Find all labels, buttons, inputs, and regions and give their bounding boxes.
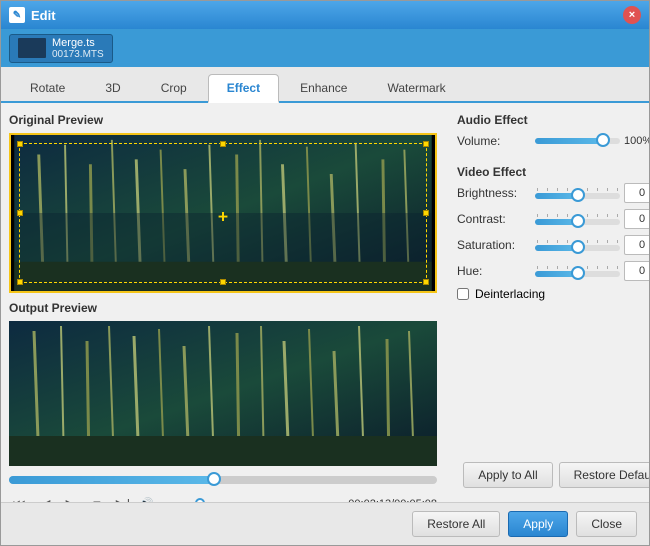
tab-rotate[interactable]: Rotate bbox=[11, 74, 84, 101]
volume-label: Volume: bbox=[457, 134, 527, 148]
resize-handle-mr[interactable] bbox=[423, 210, 429, 216]
resize-handle-br[interactable] bbox=[423, 279, 429, 285]
restore-defaults-button[interactable]: Restore Defaults bbox=[559, 462, 649, 488]
file-bar: Merge.ts 00173.MTS bbox=[1, 29, 649, 67]
content-area: Original Preview bbox=[1, 103, 649, 502]
play-button[interactable]: ▶ bbox=[61, 494, 81, 502]
bottom-buttons: Restore All Apply Close bbox=[1, 502, 649, 545]
skip-back-button[interactable]: ⏮ bbox=[9, 494, 29, 502]
saturation-slider-container: 0 ▲ ▼ bbox=[535, 235, 649, 255]
right-panel: Audio Effect Volume: 100% ▲ ▼ bbox=[445, 103, 649, 502]
contrast-slider-container: 0 ▲ ▼ bbox=[535, 209, 649, 229]
tab-bar: Rotate 3D Crop Effect Enhance Watermark bbox=[1, 67, 649, 103]
window-title: Edit bbox=[31, 8, 56, 23]
file-item[interactable]: Merge.ts 00173.MTS bbox=[9, 34, 113, 63]
spacer bbox=[457, 309, 649, 454]
brightness-label: Brightness: bbox=[457, 186, 527, 200]
contrast-value: 0 bbox=[624, 209, 649, 229]
contrast-slider-track[interactable] bbox=[535, 219, 620, 225]
close-window-button[interactable]: × bbox=[623, 6, 641, 24]
deinterlacing-label: Deinterlacing bbox=[475, 287, 545, 301]
resize-handle-ml[interactable] bbox=[17, 210, 23, 216]
output-preview-image bbox=[9, 321, 437, 466]
volume-thumb[interactable] bbox=[195, 498, 205, 502]
scrubber-fill bbox=[9, 476, 214, 484]
hue-slider-track[interactable] bbox=[535, 271, 620, 277]
apply-button[interactable]: Apply bbox=[508, 511, 568, 537]
contrast-row: Contrast: bbox=[457, 209, 649, 229]
brightness-value: 0 bbox=[624, 183, 649, 203]
volume-row: Volume: 100% ▲ ▼ bbox=[457, 131, 649, 151]
original-preview-label: Original Preview bbox=[9, 111, 437, 129]
saturation-slider-thumb[interactable] bbox=[571, 240, 585, 254]
crop-selection-box bbox=[19, 143, 427, 283]
output-preview-label: Output Preview bbox=[9, 299, 437, 317]
restore-all-button[interactable]: Restore All bbox=[412, 511, 500, 537]
title-bar-left: ✎ Edit bbox=[9, 7, 56, 23]
saturation-slider-track[interactable] bbox=[535, 245, 620, 251]
title-bar: ✎ Edit × bbox=[1, 1, 649, 29]
brightness-slider-container: 0 ▲ ▼ bbox=[535, 183, 649, 203]
hue-slider-thumb[interactable] bbox=[571, 266, 585, 280]
tab-enhance[interactable]: Enhance bbox=[281, 74, 366, 101]
resize-handle-bl[interactable] bbox=[17, 279, 23, 285]
contrast-slider-thumb[interactable] bbox=[571, 214, 585, 228]
brightness-slider-track[interactable] bbox=[535, 193, 620, 199]
original-preview-box: + bbox=[9, 133, 437, 293]
volume-slider-thumb[interactable] bbox=[596, 133, 610, 147]
secondary-buttons: Apply to All Restore Defaults bbox=[457, 462, 649, 488]
tab-effect[interactable]: Effect bbox=[208, 74, 279, 103]
deinterlacing-row: Deinterlacing bbox=[457, 287, 649, 301]
video-section-title: Video Effect bbox=[457, 165, 649, 179]
playback-controls: ⏮ ◀ ▶ ■ ▶| 🔊 00:02:13/00:05:08 bbox=[9, 492, 437, 502]
next-frame-button[interactable]: ▶| bbox=[113, 494, 133, 502]
audio-section-title: Audio Effect bbox=[457, 113, 649, 127]
brightness-slider-thumb[interactable] bbox=[571, 188, 585, 202]
output-preview-section: Output Preview bbox=[9, 299, 437, 466]
tab-3d[interactable]: 3D bbox=[86, 74, 139, 101]
saturation-value: 0 bbox=[624, 235, 649, 255]
resize-handle-tm[interactable] bbox=[220, 141, 226, 147]
hue-value: 0 bbox=[624, 261, 649, 281]
left-panel: Original Preview bbox=[1, 103, 445, 502]
video-effect-section: Video Effect Brightness: bbox=[457, 165, 649, 301]
output-preview-box bbox=[9, 321, 437, 466]
resize-handle-tl[interactable] bbox=[17, 141, 23, 147]
stop-button[interactable]: ■ bbox=[87, 494, 107, 502]
volume-slider-track[interactable] bbox=[535, 138, 620, 144]
audio-effect-section: Audio Effect Volume: 100% ▲ ▼ bbox=[457, 113, 649, 157]
scrubber-area bbox=[9, 472, 437, 486]
saturation-row: Saturation: bbox=[457, 235, 649, 255]
contrast-label: Contrast: bbox=[457, 212, 527, 226]
original-preview-section: Original Preview bbox=[9, 111, 437, 293]
volume-slider-container: 100% ▲ ▼ bbox=[535, 131, 649, 151]
close-button[interactable]: Close bbox=[576, 511, 637, 537]
hue-row: Hue: 0 bbox=[457, 261, 649, 281]
prev-frame-button[interactable]: ◀ bbox=[35, 494, 55, 502]
app-icon: ✎ bbox=[9, 7, 25, 23]
scrubber-track[interactable] bbox=[9, 476, 437, 484]
saturation-label: Saturation: bbox=[457, 238, 527, 252]
brightness-row: Brightness: bbox=[457, 183, 649, 203]
main-window: ✎ Edit × Merge.ts 00173.MTS Rotate 3D Cr… bbox=[0, 0, 650, 546]
file-name-1: Merge.ts 00173.MTS bbox=[52, 37, 104, 60]
resize-handle-bm[interactable] bbox=[220, 279, 226, 285]
resize-handle-tr[interactable] bbox=[423, 141, 429, 147]
hue-slider-container: 0 ▲ ▼ bbox=[535, 261, 649, 281]
tab-watermark[interactable]: Watermark bbox=[368, 74, 464, 101]
volume-value: 100% bbox=[624, 135, 649, 147]
apply-to-all-button[interactable]: Apply to All bbox=[463, 462, 552, 488]
deinterlacing-checkbox[interactable] bbox=[457, 288, 469, 300]
hue-label: Hue: bbox=[457, 264, 527, 278]
scrubber-thumb[interactable] bbox=[207, 472, 221, 486]
tab-crop[interactable]: Crop bbox=[142, 74, 206, 101]
file-thumbnail bbox=[18, 38, 46, 58]
